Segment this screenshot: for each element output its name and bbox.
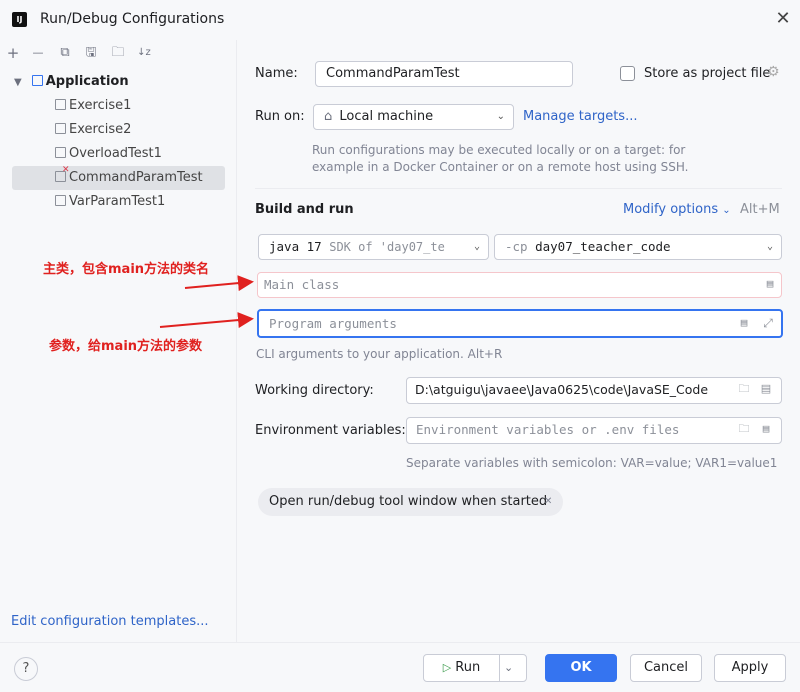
- tree-group-application[interactable]: ▼ Application: [12, 70, 225, 94]
- tree-item-exercise2[interactable]: Exercise2: [12, 118, 225, 142]
- save-icon[interactable]: 🖫: [82, 44, 100, 62]
- cancel-button[interactable]: Cancel: [630, 654, 702, 682]
- edit-templates-link[interactable]: Edit configuration templates...: [11, 614, 209, 629]
- name-label: Name:: [255, 66, 298, 81]
- tree-item-label: Exercise2: [69, 122, 132, 137]
- cli-hint: CLI arguments to your application. Alt+R: [256, 347, 503, 361]
- tree-group-label: Application: [45, 74, 129, 89]
- run-label: Run: [455, 660, 481, 675]
- expand-icon[interactable]: ⤢: [761, 316, 775, 330]
- tree-item-overloadtest1[interactable]: OverloadTest1: [12, 142, 225, 166]
- application-icon: [31, 75, 43, 86]
- arrow-args: [159, 312, 254, 329]
- window-title: Run/Debug Configurations: [40, 11, 225, 27]
- environment-variables-input[interactable]: Environment variables or .env files 🗀 ▤: [406, 417, 782, 444]
- browse-icon[interactable]: ▤: [759, 422, 773, 436]
- tree-item-label: VarParamTest1: [69, 194, 166, 209]
- main-class-input[interactable]: Main class ▤: [257, 272, 782, 298]
- remove-icon[interactable]: —: [29, 44, 47, 62]
- jdk-dropdown[interactable]: java 17 SDK of 'day07_te ⌄: [258, 234, 489, 260]
- store-project-checkbox[interactable]: [620, 66, 635, 81]
- run-split-button[interactable]: ▷ Run ⌄: [423, 654, 527, 682]
- jdk-java: java 17: [269, 239, 322, 254]
- chevron-down-icon: ⌄: [470, 235, 480, 259]
- config-icon: [55, 147, 66, 158]
- config-icon: [55, 123, 66, 134]
- folder-icon[interactable]: 🗀: [737, 422, 751, 436]
- divider: [255, 188, 782, 189]
- modify-options-shortcut: Alt+M: [740, 202, 780, 217]
- option-chip-label: Open run/debug tool window when started: [269, 494, 548, 509]
- modify-options-link[interactable]: Modify options ⌄: [623, 202, 731, 217]
- arrow-main-class: [184, 275, 254, 292]
- tree-item-exercise1[interactable]: Exercise1: [12, 94, 225, 118]
- intellij-logo-icon: IJ: [12, 12, 27, 27]
- annotation-arrows: [159, 275, 254, 329]
- jdk-sdk: SDK of 'day07_te: [329, 240, 445, 254]
- tree-item-label: Exercise1: [69, 98, 132, 113]
- sort-icon[interactable]: ↓z: [135, 44, 153, 62]
- tree-item-label: OverloadTest1: [69, 146, 162, 161]
- modify-options-label: Modify options: [623, 202, 719, 217]
- cp-prefix: -cp: [505, 239, 528, 254]
- add-icon[interactable]: +: [4, 44, 22, 62]
- gear-icon[interactable]: ⚙: [767, 64, 780, 80]
- ok-button[interactable]: OK: [545, 654, 617, 682]
- copy-icon[interactable]: ⧉: [56, 44, 74, 62]
- manage-targets-link[interactable]: Manage targets...: [523, 109, 637, 124]
- main-class-placeholder: Main class: [264, 277, 340, 292]
- working-directory-input[interactable]: D:\atguigu\javaee\Java0625\code\JavaSE_C…: [406, 377, 782, 404]
- play-icon: ▷: [442, 661, 452, 674]
- chevron-down-icon: ⌄: [766, 241, 773, 252]
- classpath-dropdown[interactable]: -cp day07_teacher_code ⌄: [494, 234, 782, 260]
- run-on-label: Run on:: [255, 109, 305, 124]
- home-icon: ⌂: [324, 109, 333, 124]
- environment-variables-hint: Separate variables with semicolon: VAR=v…: [406, 456, 778, 470]
- config-icon: [55, 99, 66, 110]
- help-icon[interactable]: ?: [14, 657, 38, 681]
- run-button[interactable]: ▷ Run: [424, 655, 500, 681]
- tree-item-commandparamtest[interactable]: ✕ CommandParamTest: [12, 166, 225, 190]
- chevron-down-icon: ▼: [14, 77, 22, 88]
- tree-item-varparamtest1[interactable]: VarParamTest1: [12, 190, 225, 214]
- option-chip[interactable]: Open run/debug tool window when started …: [258, 488, 563, 516]
- title-bar: IJ Run/Debug Configurations ✕: [0, 0, 800, 40]
- config-error-icon: ✕: [55, 166, 70, 182]
- folder-icon[interactable]: 🗀: [737, 382, 751, 396]
- working-directory-value: D:\atguigu\javaee\Java0625\code\JavaSE_C…: [415, 382, 709, 397]
- store-project-label: Store as project file: [644, 66, 771, 81]
- chevron-down-icon: ⌄: [496, 111, 505, 122]
- program-arguments-placeholder: Program arguments: [269, 316, 397, 331]
- run-on-hint-line1: Run configurations may be executed local…: [312, 143, 686, 157]
- build-run-heading: Build and run: [255, 202, 354, 217]
- browse-icon[interactable]: ▤: [737, 316, 751, 330]
- cp-value: day07_teacher_code: [535, 239, 671, 254]
- run-on-dropdown[interactable]: ⌂ Local machine ⌄: [313, 104, 514, 130]
- tree-item-label: CommandParamTest: [69, 170, 203, 185]
- browse-icon[interactable]: ▤: [759, 382, 773, 396]
- name-input[interactable]: CommandParamTest: [315, 61, 573, 87]
- run-on-value: Local machine: [339, 109, 434, 124]
- close-icon[interactable]: ✕: [544, 488, 552, 516]
- environment-variables-placeholder: Environment variables or .env files: [416, 422, 680, 437]
- environment-variables-label: Environment variables:: [255, 423, 406, 438]
- run-on-hint-line2: example in a Docker Container or on a re…: [312, 160, 689, 174]
- config-icon: [55, 195, 66, 206]
- working-directory-label: Working directory:: [255, 383, 374, 398]
- bottom-bar: ? ▷ Run ⌄ OK Cancel Apply: [0, 642, 800, 692]
- folder-icon[interactable]: 🗀: [109, 44, 127, 62]
- chevron-down-icon[interactable]: ⌄: [504, 655, 513, 681]
- chevron-down-icon: ⌄: [722, 205, 731, 216]
- program-arguments-input[interactable]: Program arguments ▤ ⤢: [257, 309, 783, 338]
- close-icon[interactable]: ✕: [772, 8, 794, 30]
- browse-icon[interactable]: ▤: [763, 277, 777, 291]
- apply-button[interactable]: Apply: [714, 654, 786, 682]
